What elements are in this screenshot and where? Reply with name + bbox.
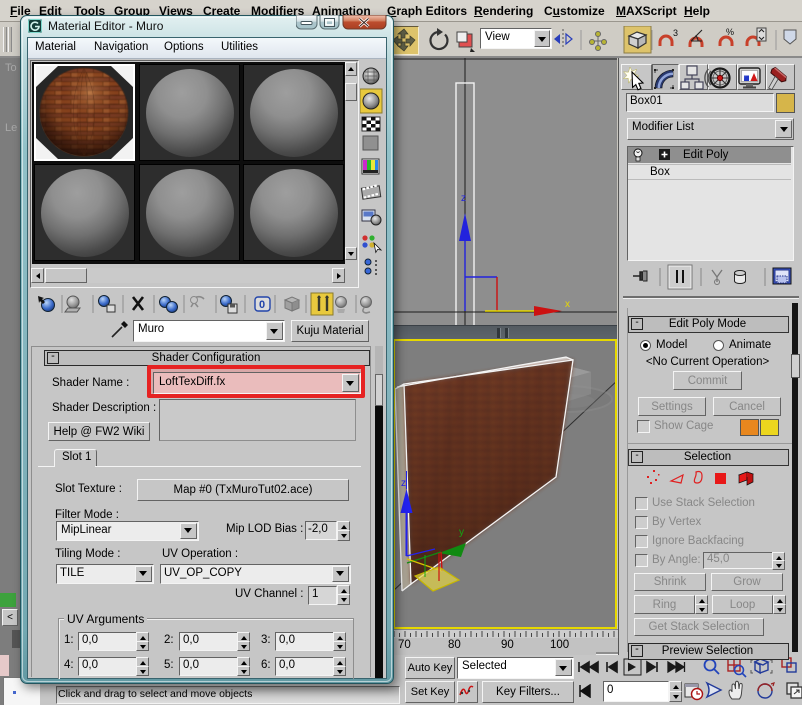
svg-text:x: x bbox=[565, 299, 570, 310]
svg-text:0: 0 bbox=[259, 299, 265, 311]
svg-text:%: % bbox=[726, 27, 734, 37]
svg-text:3: 3 bbox=[673, 28, 678, 38]
svg-text:z: z bbox=[461, 193, 466, 204]
svg-text:z: z bbox=[401, 478, 406, 489]
svg-text:y: y bbox=[459, 527, 464, 538]
